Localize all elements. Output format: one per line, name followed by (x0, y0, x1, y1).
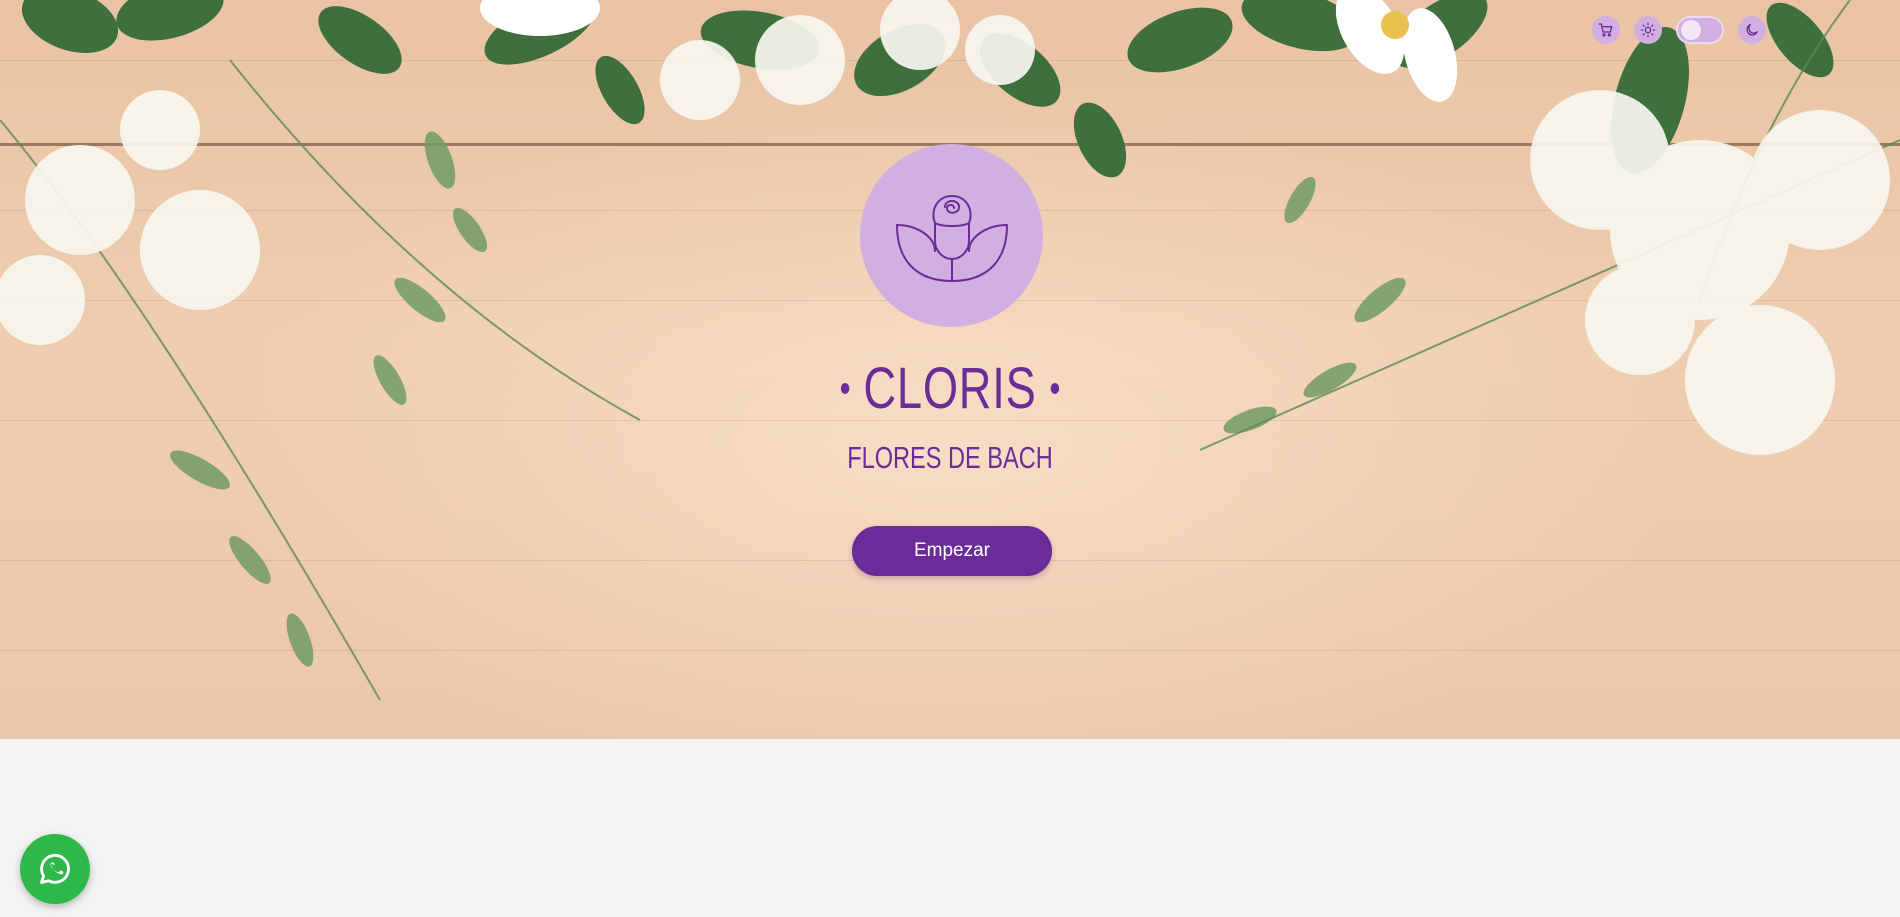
brand-dot-left (840, 383, 850, 395)
whatsapp-button[interactable] (20, 834, 90, 904)
moon-icon[interactable] (1738, 16, 1766, 44)
cart-icon[interactable] (1592, 16, 1620, 44)
hero-section: CLORIS FLORES DE BACH Empezar (0, 0, 1900, 739)
brand-name-text: CLORIS (863, 356, 1037, 421)
start-button[interactable]: Empezar (852, 526, 1052, 576)
toggle-knob (1681, 20, 1701, 40)
top-toolbar (1592, 16, 1766, 44)
brand-subtitle: FLORES DE BACH (847, 440, 1053, 475)
brand-dot-right (1050, 383, 1060, 395)
brand-logo (860, 144, 1043, 327)
rose-line-icon (895, 194, 1008, 282)
brand-name: CLORIS (209, 355, 1691, 422)
sun-icon[interactable] (1634, 16, 1662, 44)
theme-toggle[interactable] (1676, 16, 1724, 44)
whatsapp-icon (40, 854, 70, 884)
